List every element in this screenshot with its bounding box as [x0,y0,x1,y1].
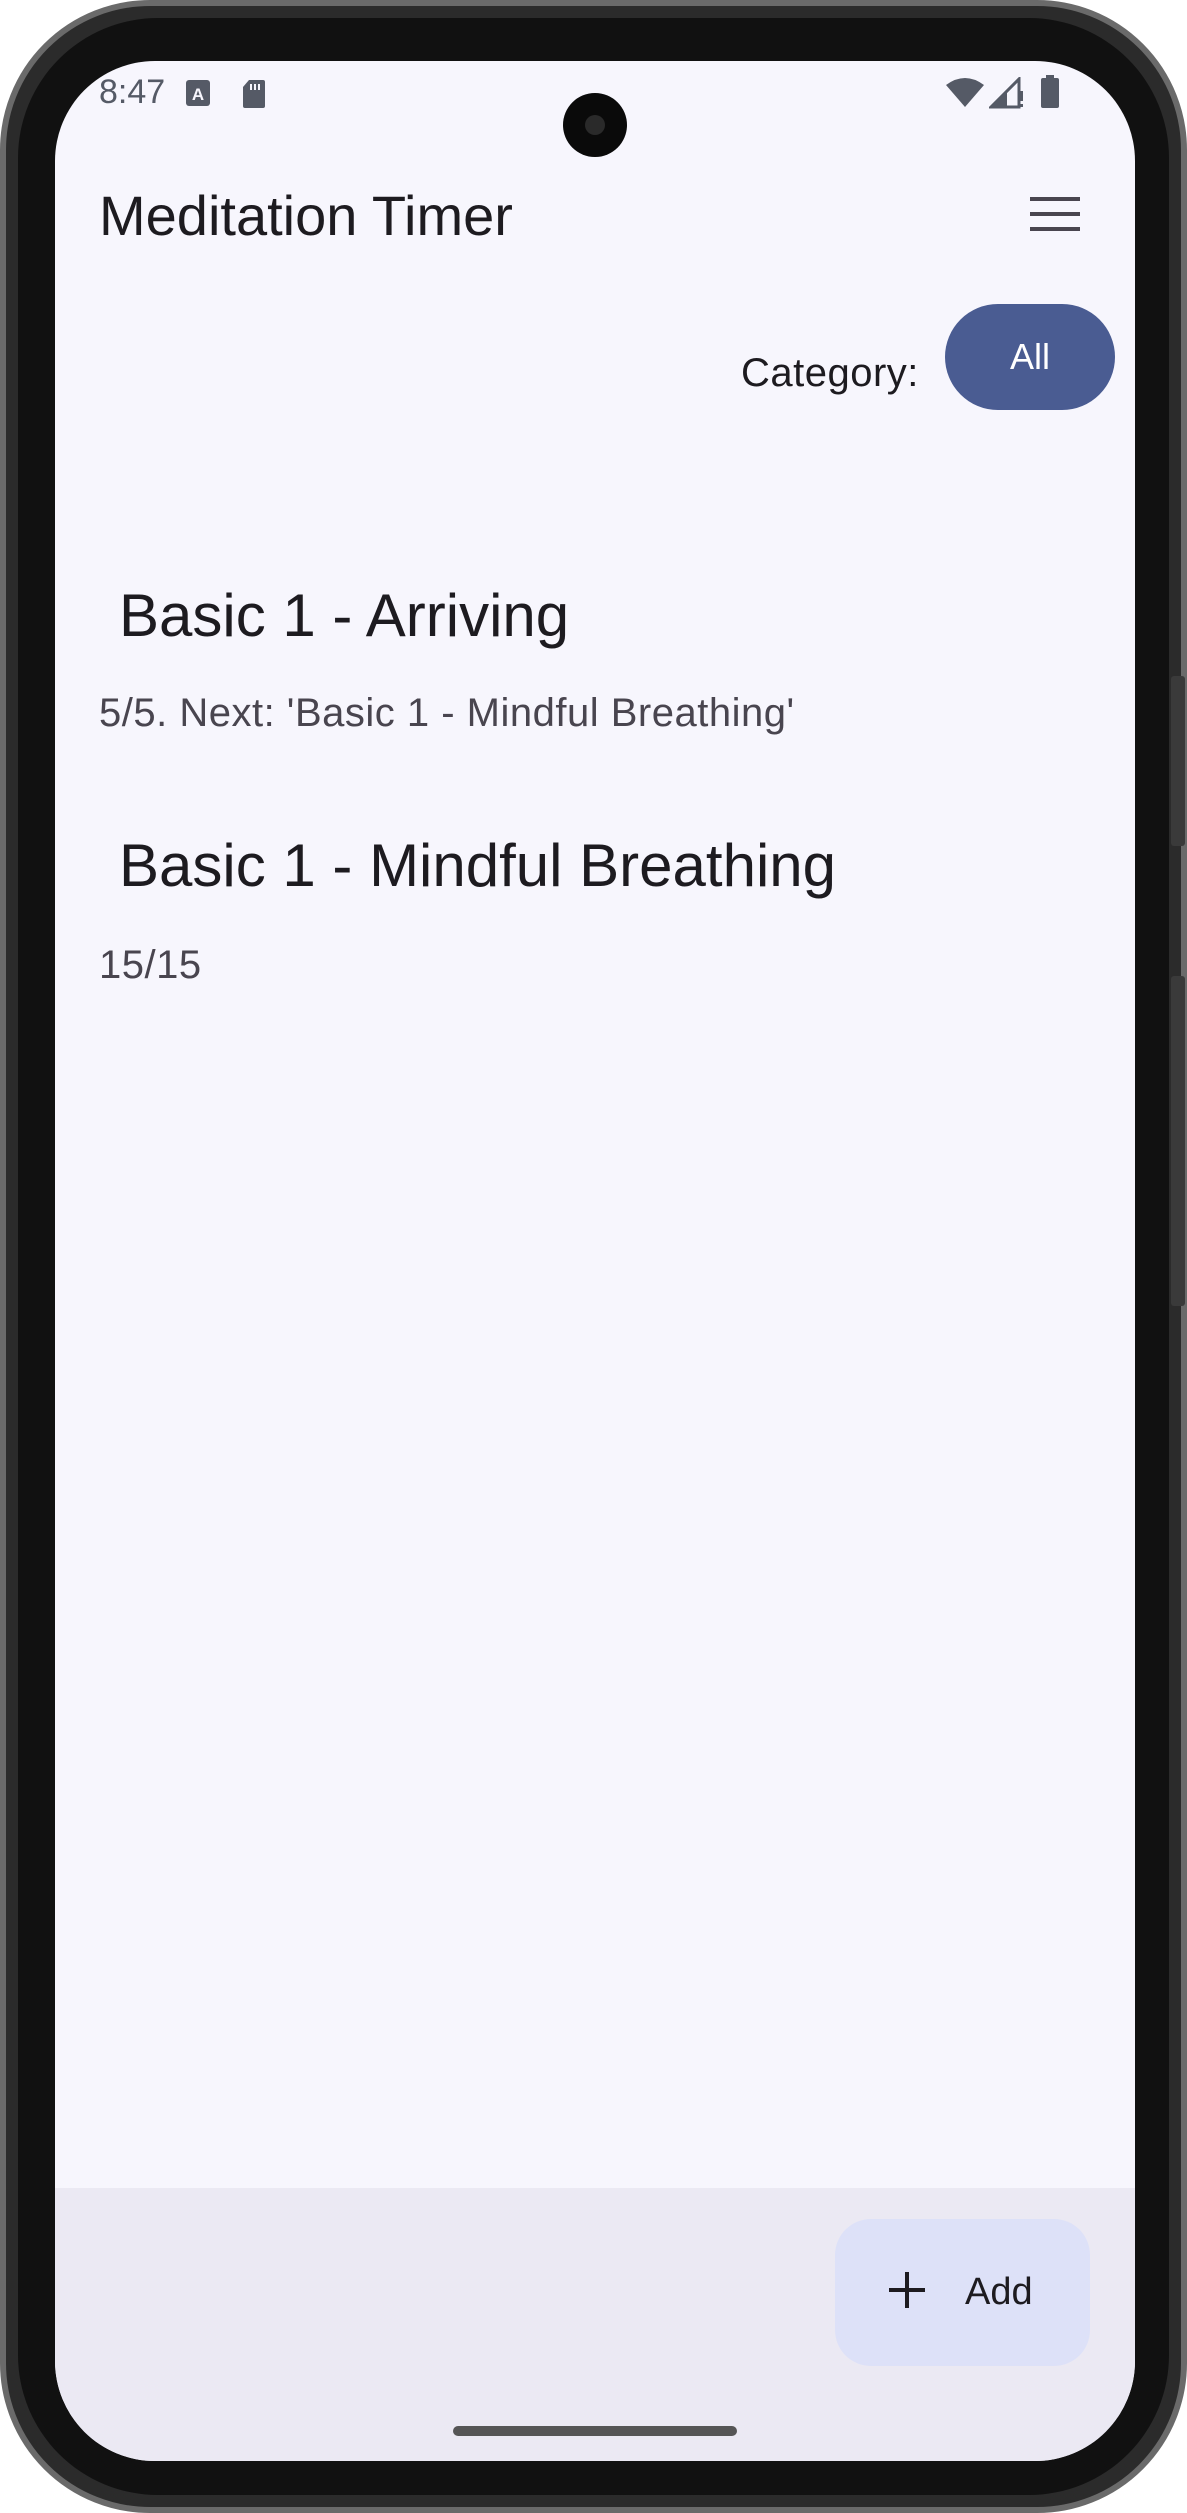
hamburger-menu-icon [1029,195,1081,238]
home-indicator[interactable] [453,2426,737,2436]
menu-button[interactable] [1015,176,1095,256]
sd-card-icon [242,79,266,114]
front-camera [563,93,627,157]
category-filter-chip[interactable]: All [945,304,1115,410]
app-title: Meditation Timer [99,184,513,247]
signal-icon [987,75,1025,114]
add-button-label: Add [965,2271,1033,2313]
status-time: 8:47 [99,73,166,111]
add-button[interactable]: Add [835,2219,1090,2366]
item-title: Basic 1 - Mindful Breathing [119,832,837,899]
item-subtitle: 5/5. Next: 'Basic 1 - Mindful Breathing' [99,691,795,735]
wifi-icon [945,77,985,114]
item-title: Basic 1 - Arriving [119,582,570,649]
category-label: Category: [741,351,919,395]
volume-button [1171,976,1185,1306]
list-item[interactable]: Basic 1 - Arriving 5/5. Next: 'Basic 1 -… [55,521,1135,781]
list-item[interactable]: Basic 1 - Mindful Breathing 15/15 [55,801,1135,1031]
item-subtitle: 15/15 [99,943,202,987]
svg-text:A: A [192,85,204,104]
a-box-icon: A [185,79,211,112]
plus-icon [887,2270,927,2315]
battery-icon [1040,75,1060,114]
screen: 8:47 A Meditation Timer Category: All Ba… [55,61,1135,2461]
power-button [1171,676,1185,846]
phone-frame: 8:47 A Meditation Timer Category: All Ba… [0,0,1187,2513]
